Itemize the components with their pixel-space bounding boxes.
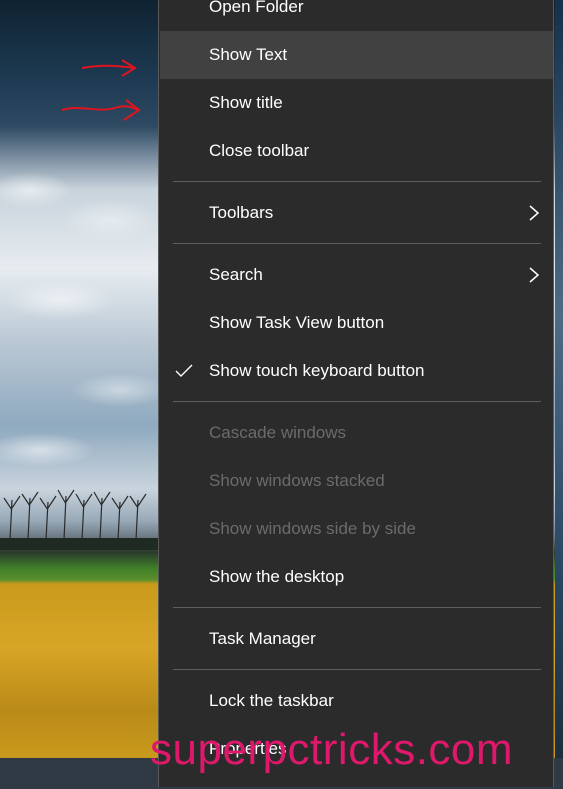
chevron-right-icon bbox=[529, 267, 540, 283]
menu-item-label: Open Folder bbox=[209, 0, 304, 16]
menu-separator bbox=[173, 243, 541, 244]
menu-item-show-text[interactable]: Show Text bbox=[160, 31, 553, 79]
menu-item-label: Search bbox=[209, 265, 263, 284]
menu-item-label: Show windows side by side bbox=[209, 519, 416, 538]
menu-item-close-toolbar[interactable]: Close toolbar bbox=[160, 127, 553, 175]
menu-item-task-manager[interactable]: Task Manager bbox=[160, 615, 553, 663]
menu-item-search[interactable]: Search bbox=[160, 251, 553, 299]
menu-item-label: Show title bbox=[209, 93, 283, 112]
desktop-right-edge bbox=[555, 0, 563, 789]
menu-item-show-windows-side-by-side: Show windows side by side bbox=[160, 505, 553, 553]
menu-item-label: Close toolbar bbox=[209, 141, 310, 160]
menu-item-cascade-windows: Cascade windows bbox=[160, 409, 553, 457]
menu-item-show-windows-stacked: Show windows stacked bbox=[160, 457, 553, 505]
menu-item-label: Show touch keyboard button bbox=[209, 361, 425, 380]
wallpaper-trees bbox=[0, 489, 160, 550]
menu-item-toolbars[interactable]: Toolbars bbox=[160, 189, 553, 237]
menu-item-label: Show windows stacked bbox=[209, 471, 385, 490]
menu-item-show-title[interactable]: Show title bbox=[160, 79, 553, 127]
menu-item-lock-the-taskbar[interactable]: Lock the taskbar bbox=[160, 677, 553, 725]
red-arrow-icon bbox=[81, 59, 137, 77]
menu-item-show-the-desktop[interactable]: Show the desktop bbox=[160, 553, 553, 601]
taskbar-context-menu: Open Folder Show Text Show title Close t… bbox=[158, 0, 554, 787]
menu-separator bbox=[173, 181, 541, 182]
checkmark-icon bbox=[175, 364, 193, 377]
menu-item-label: Cascade windows bbox=[209, 423, 347, 442]
watermark: superpctricks.com bbox=[150, 725, 514, 774]
menu-item-label: Show the desktop bbox=[209, 567, 345, 586]
menu-item-show-touch-keyboard-button[interactable]: Show touch keyboard button bbox=[160, 347, 553, 395]
menu-item-label: Show Text bbox=[209, 45, 288, 64]
chevron-right-icon bbox=[529, 205, 540, 221]
menu-item-open-folder[interactable]: Open Folder bbox=[160, 0, 553, 31]
red-arrow-icon bbox=[61, 99, 141, 121]
menu-item-show-task-view-button[interactable]: Show Task View button bbox=[160, 299, 553, 347]
menu-item-label: Show Task View button bbox=[209, 313, 385, 332]
wallpaper-clouds bbox=[0, 150, 160, 490]
menu-separator bbox=[173, 401, 541, 402]
menu-item-label: Toolbars bbox=[209, 203, 274, 222]
menu-item-label: Task Manager bbox=[209, 629, 316, 648]
menu-separator bbox=[173, 669, 541, 670]
menu-separator bbox=[173, 607, 541, 608]
menu-item-label: Lock the taskbar bbox=[209, 691, 334, 710]
